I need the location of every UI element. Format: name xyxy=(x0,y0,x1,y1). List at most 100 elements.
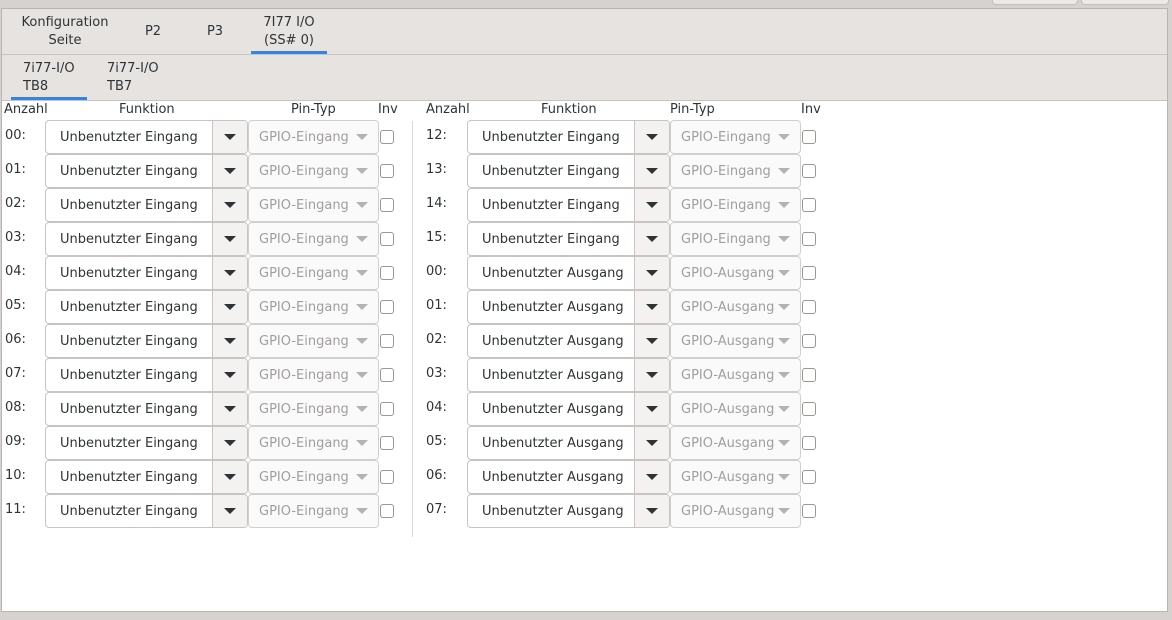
invert-checkbox[interactable] xyxy=(802,232,816,246)
invert-checkbox[interactable] xyxy=(380,436,394,450)
function-value: Unbenutzter Eingang xyxy=(482,231,620,247)
function-combobox[interactable]: Unbenutzter Eingang xyxy=(45,358,248,392)
invert-checkbox[interactable] xyxy=(802,470,816,484)
invert-checkbox[interactable] xyxy=(802,504,816,518)
invert-checkbox[interactable] xyxy=(802,402,816,416)
invert-checkbox[interactable] xyxy=(380,198,394,212)
tab-tb8[interactable]: 7i77-I/O TB8 xyxy=(11,55,87,100)
pin-number-label: 06: xyxy=(5,332,26,347)
pin-number-label: 00: xyxy=(426,264,447,279)
function-combobox[interactable]: Unbenutzter Ausgang xyxy=(467,426,670,460)
function-dropdown-button[interactable] xyxy=(212,155,247,187)
function-combobox[interactable]: Unbenutzter Ausgang xyxy=(467,358,670,392)
function-dropdown-button[interactable] xyxy=(634,393,669,425)
function-dropdown-button[interactable] xyxy=(634,257,669,289)
function-combobox[interactable]: Unbenutzter Eingang xyxy=(45,460,248,494)
tab-label-line2: Seite xyxy=(48,32,82,48)
invert-checkbox[interactable] xyxy=(380,164,394,178)
pin-number-label: 07: xyxy=(426,502,447,517)
chevron-down-icon xyxy=(778,168,790,174)
function-combobox[interactable]: Unbenutzter Ausgang xyxy=(467,324,670,358)
function-value: Unbenutzter Eingang xyxy=(60,163,198,179)
function-combobox[interactable]: Unbenutzter Ausgang xyxy=(467,256,670,290)
function-dropdown-button[interactable] xyxy=(634,291,669,323)
function-combobox[interactable]: Unbenutzter Eingang xyxy=(467,222,670,256)
chevron-down-icon xyxy=(224,304,236,310)
function-combobox[interactable]: Unbenutzter Eingang xyxy=(45,222,248,256)
pin-type-combobox: GPIO-Ausgang xyxy=(670,460,801,494)
function-value: Unbenutzter Ausgang xyxy=(482,265,624,281)
invert-checkbox[interactable] xyxy=(380,334,394,348)
invert-checkbox[interactable] xyxy=(380,232,394,246)
function-combobox[interactable]: Unbenutzter Eingang xyxy=(467,154,670,188)
tab-label-line2: (SS# 0) xyxy=(264,32,314,48)
function-dropdown-button[interactable] xyxy=(634,461,669,493)
tab-7i77-io[interactable]: 7I77 I/O (SS# 0) xyxy=(251,9,327,54)
function-dropdown-button[interactable] xyxy=(634,359,669,391)
function-dropdown-button[interactable] xyxy=(212,189,247,221)
function-combobox[interactable]: Unbenutzter Eingang xyxy=(45,290,248,324)
function-dropdown-button[interactable] xyxy=(634,325,669,357)
function-dropdown-button[interactable] xyxy=(212,223,247,255)
tab-p2[interactable]: P2 xyxy=(130,9,176,54)
invert-checkbox[interactable] xyxy=(380,402,394,416)
function-dropdown-button[interactable] xyxy=(212,393,247,425)
function-dropdown-button[interactable] xyxy=(212,325,247,357)
invert-checkbox[interactable] xyxy=(802,266,816,280)
chevron-down-icon xyxy=(778,236,790,242)
function-combobox[interactable]: Unbenutzter Eingang xyxy=(45,154,248,188)
invert-checkbox[interactable] xyxy=(802,334,816,348)
function-value: Unbenutzter Eingang xyxy=(60,299,198,315)
function-combobox[interactable]: Unbenutzter Eingang xyxy=(45,392,248,426)
function-dropdown-button[interactable] xyxy=(634,223,669,255)
function-dropdown-button[interactable] xyxy=(634,495,669,527)
invert-checkbox[interactable] xyxy=(380,300,394,314)
function-combobox[interactable]: Unbenutzter Eingang xyxy=(45,188,248,222)
function-combobox[interactable]: Unbenutzter Ausgang xyxy=(467,392,670,426)
function-combobox[interactable]: Unbenutzter Eingang xyxy=(45,426,248,460)
function-combobox[interactable]: Unbenutzter Eingang xyxy=(45,324,248,358)
invert-checkbox[interactable] xyxy=(802,198,816,212)
function-dropdown-button[interactable] xyxy=(212,291,247,323)
pin-type-value: GPIO-Eingang xyxy=(259,265,349,281)
pin-number-label: 05: xyxy=(426,434,447,449)
function-dropdown-button[interactable] xyxy=(634,121,669,153)
invert-checkbox[interactable] xyxy=(380,266,394,280)
invert-checkbox[interactable] xyxy=(380,368,394,382)
function-dropdown-button[interactable] xyxy=(634,155,669,187)
function-combobox[interactable]: Unbenutzter Eingang xyxy=(45,120,248,154)
chevron-down-icon xyxy=(646,338,658,344)
function-dropdown-button[interactable] xyxy=(212,257,247,289)
function-combobox[interactable]: Unbenutzter Eingang xyxy=(45,256,248,290)
function-dropdown-button[interactable] xyxy=(634,189,669,221)
function-dropdown-button[interactable] xyxy=(212,461,247,493)
invert-checkbox[interactable] xyxy=(802,300,816,314)
invert-checkbox[interactable] xyxy=(380,504,394,518)
function-value: Unbenutzter Eingang xyxy=(482,129,620,145)
invert-checkbox[interactable] xyxy=(802,368,816,382)
tab-label-line1: 7I77 I/O xyxy=(263,14,315,30)
function-dropdown-button[interactable] xyxy=(212,359,247,391)
function-combobox[interactable]: Unbenutzter Eingang xyxy=(45,494,248,528)
function-combobox[interactable]: Unbenutzter Eingang xyxy=(467,188,670,222)
invert-checkbox[interactable] xyxy=(380,130,394,144)
function-dropdown-button[interactable] xyxy=(634,427,669,459)
invert-checkbox[interactable] xyxy=(802,164,816,178)
tab-tb7[interactable]: 7i77-I/O TB7 xyxy=(95,55,171,100)
function-combobox[interactable]: Unbenutzter Ausgang xyxy=(467,494,670,528)
invert-checkbox[interactable] xyxy=(802,436,816,450)
chevron-down-icon xyxy=(224,440,236,446)
function-combobox[interactable]: Unbenutzter Eingang xyxy=(467,120,670,154)
function-dropdown-button[interactable] xyxy=(212,495,247,527)
function-dropdown-button[interactable] xyxy=(212,427,247,459)
tab-konfiguration-seite[interactable]: Konfiguration Seite xyxy=(12,9,118,54)
pin-number-label: 02: xyxy=(5,196,26,211)
function-dropdown-button[interactable] xyxy=(212,121,247,153)
function-value: Unbenutzter Eingang xyxy=(60,197,198,213)
invert-checkbox[interactable] xyxy=(380,470,394,484)
function-combobox[interactable]: Unbenutzter Ausgang xyxy=(467,290,670,324)
function-combobox[interactable]: Unbenutzter Ausgang xyxy=(467,460,670,494)
tab-label-line1: 7i77-I/O xyxy=(23,60,75,76)
invert-checkbox[interactable] xyxy=(802,130,816,144)
tab-p3[interactable]: P3 xyxy=(192,9,238,54)
